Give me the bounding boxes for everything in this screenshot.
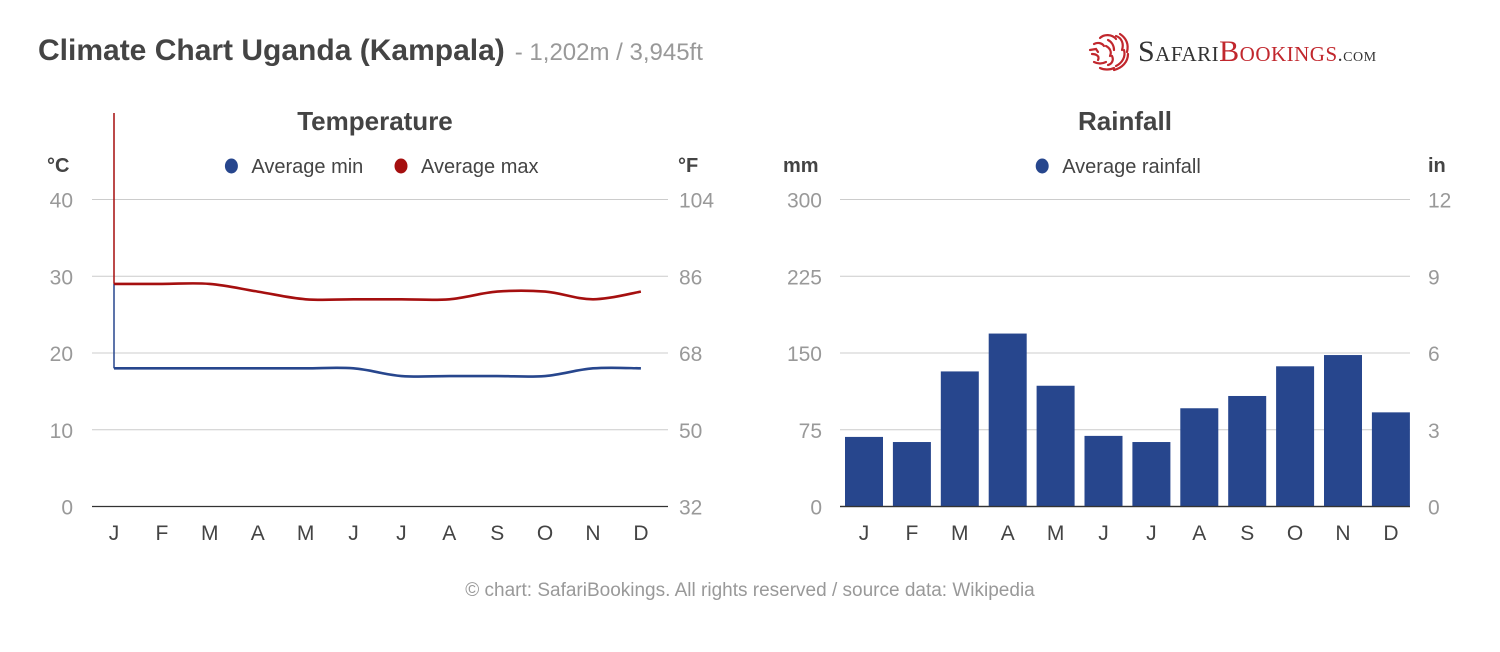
temperature-chart-title: Temperature (297, 106, 453, 136)
temperature-left-tick-label: 10 (50, 420, 73, 443)
temperature-left-tick-label: 30 (50, 266, 73, 289)
rainfall-x-tick-label: N (1335, 522, 1350, 545)
rainfall-bar-3 (940, 371, 979, 507)
series-line-average-min (114, 366, 641, 378)
temperature-right-tick-label: 86 (679, 266, 702, 289)
rainfall-bar-11 (1324, 355, 1362, 507)
series-line-average-max (114, 282, 642, 302)
rainfall-bar-9 (1228, 395, 1267, 507)
rainfall-left-unit-label: mm (783, 155, 819, 177)
rainfall-bar-8 (1180, 408, 1219, 507)
temperature-x-tick-label: A (442, 522, 456, 545)
temperature-right-unit-label: °F (678, 155, 698, 177)
rainfall-right-tick-label: 0 (1428, 497, 1440, 520)
climate-charts: Temperature°C °F0 3210 5020 6830 8640 104J F M A M… (47, 106, 1451, 545)
legend-label-average-max: Average max (421, 156, 538, 178)
rainfall-chart-title: Rainfall (1078, 106, 1172, 136)
copyright-footer: © chart: SafariBookings. All rights rese… (465, 580, 1035, 601)
temperature-x-tick-label: D (633, 522, 648, 545)
legend-marker-average-max (394, 158, 408, 174)
temperature-x-tick-label: J (109, 522, 120, 545)
temperature-x-tick-label: F (155, 522, 168, 545)
temperature-right-tick-label: 32 (679, 497, 702, 520)
temperature-x-tick-label: A (251, 522, 265, 545)
temperature-x-tick-label: M (201, 522, 219, 545)
rainfall-right-tick-label: 12 (1428, 190, 1451, 213)
legend-label-average-min: Average min (251, 156, 363, 178)
legend-marker-average-min (224, 158, 238, 174)
rainfall-x-tick-label: A (1192, 522, 1206, 545)
temperature-right-tick-label: 68 (679, 343, 702, 366)
temperature-x-tick-label: S (490, 522, 504, 545)
rainfall-x-tick-label: M (1047, 522, 1065, 545)
temperature-left-tick-label: 0 (61, 497, 73, 520)
rainfall-bar-10 (1276, 366, 1315, 507)
rainfall-left-tick-label: 75 (799, 420, 822, 443)
rainfall-x-tick-label: F (905, 522, 918, 545)
rainfall-x-tick-label: J (1146, 522, 1157, 545)
rainfall-right-tick-label: 3 (1428, 420, 1440, 443)
rainfall-bar-6 (1084, 435, 1123, 507)
temperature-x-tick-label: M (297, 522, 315, 545)
rainfall-bar-5 (1036, 385, 1075, 507)
rainfall-bar-1 (845, 436, 883, 507)
rainfall-right-tick-label: 6 (1428, 343, 1440, 366)
legend-marker-average-rainfall (1035, 158, 1049, 174)
temperature-x-tick-label: J (396, 522, 407, 545)
rainfall-bar-7 (1132, 442, 1171, 507)
rainfall-left-tick-label: 150 (787, 343, 822, 366)
rainfall-x-tick-label: D (1383, 522, 1398, 545)
rainfall-bar-2 (892, 442, 931, 507)
legend-label-average-rainfall: Average rainfall (1062, 156, 1201, 178)
rainfall-bar-4 (988, 333, 1027, 507)
temperature-x-tick-label: J (348, 522, 359, 545)
rainfall-x-tick-label: A (1001, 522, 1015, 545)
temperature-left-tick-label: 40 (50, 190, 73, 213)
temperature-left-tick-label: 20 (50, 343, 73, 366)
rainfall-x-tick-label: J (1098, 522, 1109, 545)
rainfall-left-tick-label: 300 (787, 190, 822, 213)
rainfall-right-unit-label: in (1428, 155, 1446, 177)
rainfall-x-tick-label: O (1287, 522, 1303, 545)
rainfall-x-tick-label: S (1240, 522, 1254, 545)
rainfall-bar-12 (1371, 412, 1410, 507)
temperature-left-unit-label: °C (47, 155, 69, 177)
rainfall-left-tick-label: 225 (787, 266, 822, 289)
rainfall-right-tick-label: 9 (1428, 266, 1440, 289)
temperature-right-tick-label: 50 (679, 420, 702, 443)
rainfall-left-tick-label: 0 (810, 497, 822, 520)
rainfall-x-tick-label: M (951, 522, 969, 545)
temperature-x-tick-label: O (537, 522, 553, 545)
temperature-x-tick-label: N (585, 522, 600, 545)
temperature-right-tick-label: 104 (679, 190, 714, 213)
rainfall-x-tick-label: J (859, 522, 870, 545)
